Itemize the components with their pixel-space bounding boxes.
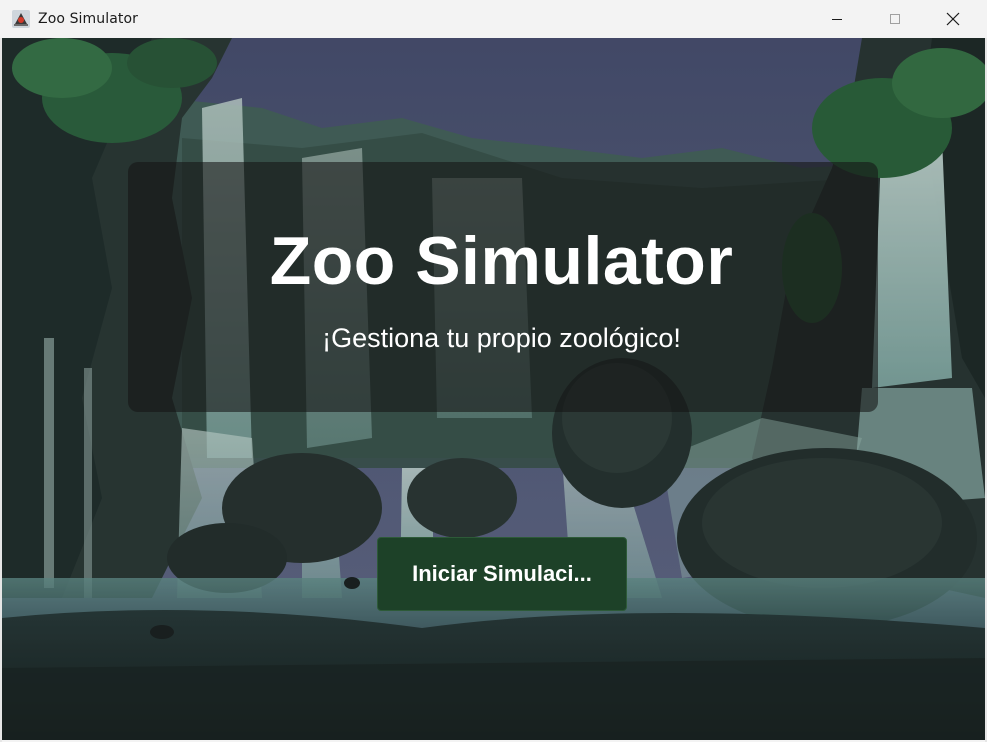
start-simulation-button[interactable]: Iniciar Simulaci... xyxy=(377,537,627,611)
close-icon xyxy=(946,12,960,26)
maximize-button[interactable] xyxy=(866,0,924,38)
page-title: Zoo Simulator xyxy=(269,223,734,299)
close-button[interactable] xyxy=(924,0,982,38)
main-content: Zoo Simulator ¡Gestiona tu propio zoológ… xyxy=(2,38,985,740)
title-bar[interactable]: Zoo Simulator xyxy=(0,0,987,38)
window-border-left xyxy=(0,38,2,742)
app-window: Zoo Simulator Zoo Simulator ¡Gestiona tu… xyxy=(0,0,987,742)
minimize-icon xyxy=(832,19,842,20)
window-title: Zoo Simulator xyxy=(38,11,139,27)
minimize-button[interactable] xyxy=(808,0,866,38)
java-duke-icon xyxy=(11,9,31,29)
maximize-icon xyxy=(890,14,900,24)
page-subtitle: ¡Gestiona tu propio zoológico! xyxy=(322,323,681,353)
